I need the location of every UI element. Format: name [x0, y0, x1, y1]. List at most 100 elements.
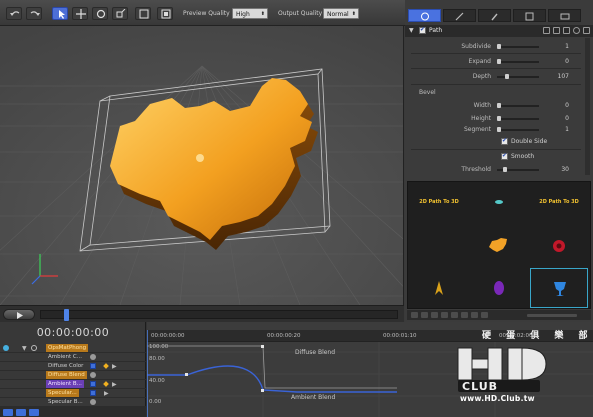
expand-value[interactable]: 0 — [565, 58, 569, 65]
bevel-height-value[interactable]: 0 — [565, 115, 569, 122]
scale-icon[interactable] — [112, 7, 128, 20]
threshold-value[interactable]: 30 — [561, 166, 569, 173]
library-list-icon[interactable] — [441, 312, 448, 318]
scrubber-handle[interactable] — [64, 309, 69, 321]
properties-scrollbar[interactable] — [585, 38, 590, 175]
depth-value[interactable]: 107 — [558, 73, 569, 80]
china-map-preset-icon — [489, 238, 507, 252]
library-prev-icon[interactable] — [411, 312, 418, 318]
time-scrubber[interactable] — [40, 309, 398, 321]
settings-tab[interactable] — [548, 9, 581, 22]
expand-slider[interactable] — [497, 59, 539, 64]
reset-icon[interactable] — [563, 27, 570, 34]
library-item-purple-shape[interactable] — [470, 268, 528, 308]
keyframe-toggle-icon[interactable] — [90, 354, 96, 360]
library-item-flat[interactable] — [470, 184, 528, 224]
track-name: Specular B... — [48, 399, 83, 405]
next-key-icon[interactable]: ▶ — [104, 390, 109, 397]
output-quality-label: Output Quality — [278, 10, 323, 17]
move-icon[interactable] — [72, 7, 88, 20]
play-button[interactable] — [3, 309, 35, 320]
library-grid-icon[interactable] — [431, 312, 438, 318]
expand-track-icon[interactable]: ▼ — [22, 345, 27, 352]
track-row[interactable]: Specular... ▶ — [0, 389, 146, 398]
library-add-icon[interactable] — [451, 312, 458, 318]
keyframe-icon[interactable] — [103, 363, 109, 369]
object-tab[interactable] — [408, 9, 441, 22]
track-row[interactable]: Specular B... — [0, 398, 146, 407]
playback-bar — [0, 305, 404, 322]
remove-icon[interactable] — [573, 27, 580, 34]
collapse-triangle-icon[interactable]: ▼ — [409, 27, 414, 34]
keyframe-toggle-icon[interactable] — [90, 372, 96, 378]
bevel-height-slider[interactable] — [497, 116, 539, 121]
paste-icon[interactable] — [553, 27, 560, 34]
color-swatch-icon[interactable] — [90, 390, 96, 396]
remove-track-icon[interactable] — [16, 409, 26, 416]
library-item-red-logo[interactable] — [530, 226, 588, 266]
play-icon — [17, 312, 23, 319]
depth-slider[interactable] — [497, 74, 539, 79]
track-row[interactable]: Diffuse Blend — [0, 371, 146, 380]
subdivide-value[interactable]: 1 — [565, 43, 569, 50]
rotate-icon[interactable] — [92, 7, 108, 20]
library-next-icon[interactable] — [421, 312, 428, 318]
bevel-width-row: Width 0 — [405, 100, 583, 112]
visibility-icon[interactable] — [3, 345, 9, 351]
select-arrow-icon[interactable] — [52, 7, 68, 20]
track-row[interactable]: Ambient C... — [0, 353, 146, 362]
camera-icon[interactable] — [157, 7, 173, 20]
copy-icon[interactable] — [543, 27, 550, 34]
subdivide-row: Subdivide 1 — [405, 41, 583, 53]
subdivide-slider[interactable] — [497, 44, 539, 49]
threshold-slider[interactable] — [497, 167, 539, 172]
library-item-2d-path-to-3d-alt[interactable]: 2D Path To 3D — [530, 184, 588, 224]
timeline-tools — [0, 407, 146, 417]
keyframe-toggle-icon[interactable] — [90, 399, 96, 405]
frame-icon[interactable] — [135, 7, 151, 20]
library-item-2d-path-to-3d[interactable]: 2D Path To 3D — [410, 184, 468, 224]
paint-tab[interactable] — [478, 9, 511, 22]
output-quality-select[interactable]: Normal ⬍ — [323, 8, 359, 19]
smooth-box[interactable] — [501, 152, 508, 160]
track-options-icon[interactable] — [29, 409, 39, 416]
color-swatch-icon[interactable] — [90, 381, 96, 387]
keyframe-marker — [261, 345, 264, 348]
keyframe-marker — [185, 373, 188, 376]
layers-tab[interactable] — [513, 9, 546, 22]
keyframe-icon[interactable] — [103, 381, 109, 387]
library-item-china-map[interactable] — [470, 226, 528, 266]
3d-viewport[interactable] — [0, 26, 404, 305]
track-row[interactable]: Ambient B... ▶ — [0, 380, 146, 389]
library-zoom-slider[interactable] — [527, 314, 577, 317]
path-enabled-checkbox[interactable] — [419, 26, 426, 34]
next-key-icon[interactable]: ▶ — [112, 363, 117, 370]
preview-quality-select[interactable]: High ⬍ — [232, 8, 268, 19]
threshold-row: Threshold 30 — [405, 164, 583, 176]
track-row[interactable]: ▼ OpsMatPhong — [0, 344, 146, 353]
library-delete-icon[interactable] — [461, 312, 468, 318]
bevel-width-value[interactable]: 0 — [565, 102, 569, 109]
library-search-icon[interactable] — [481, 312, 488, 318]
library-item-gold-shape[interactable] — [410, 268, 468, 308]
library-item-blue-trophy[interactable] — [530, 268, 588, 308]
color-swatch-icon[interactable] — [90, 363, 96, 369]
add-track-icon[interactable] — [3, 409, 13, 416]
hdclub-watermark: 硬 蛋 俱 樂 部 CLUB www.HD.Club.tw — [454, 328, 593, 408]
chevron-down-icon: ⬍ — [351, 11, 356, 17]
preview-quality-value: High — [236, 11, 250, 18]
bevel-width-slider[interactable] — [497, 103, 539, 108]
bevel-segment-value[interactable]: 1 — [565, 126, 569, 133]
material-tab[interactable] — [443, 9, 476, 22]
redo-icon[interactable] — [26, 7, 42, 20]
path-section-header[interactable]: ▼ Path — [405, 25, 593, 37]
current-time-display[interactable]: 00:00:00:00 — [0, 324, 146, 342]
track-row[interactable]: Diffuse Color ▶ — [0, 362, 146, 371]
preset-library: 2D Path To 3D 2D Path To 3D — [407, 181, 591, 309]
undo-icon[interactable] — [6, 7, 22, 20]
bevel-segment-slider[interactable] — [497, 127, 539, 132]
library-folder-icon[interactable] — [471, 312, 478, 318]
double-side-box[interactable] — [501, 137, 508, 145]
options-icon[interactable] — [583, 27, 590, 34]
next-key-icon[interactable]: ▶ — [112, 381, 117, 388]
